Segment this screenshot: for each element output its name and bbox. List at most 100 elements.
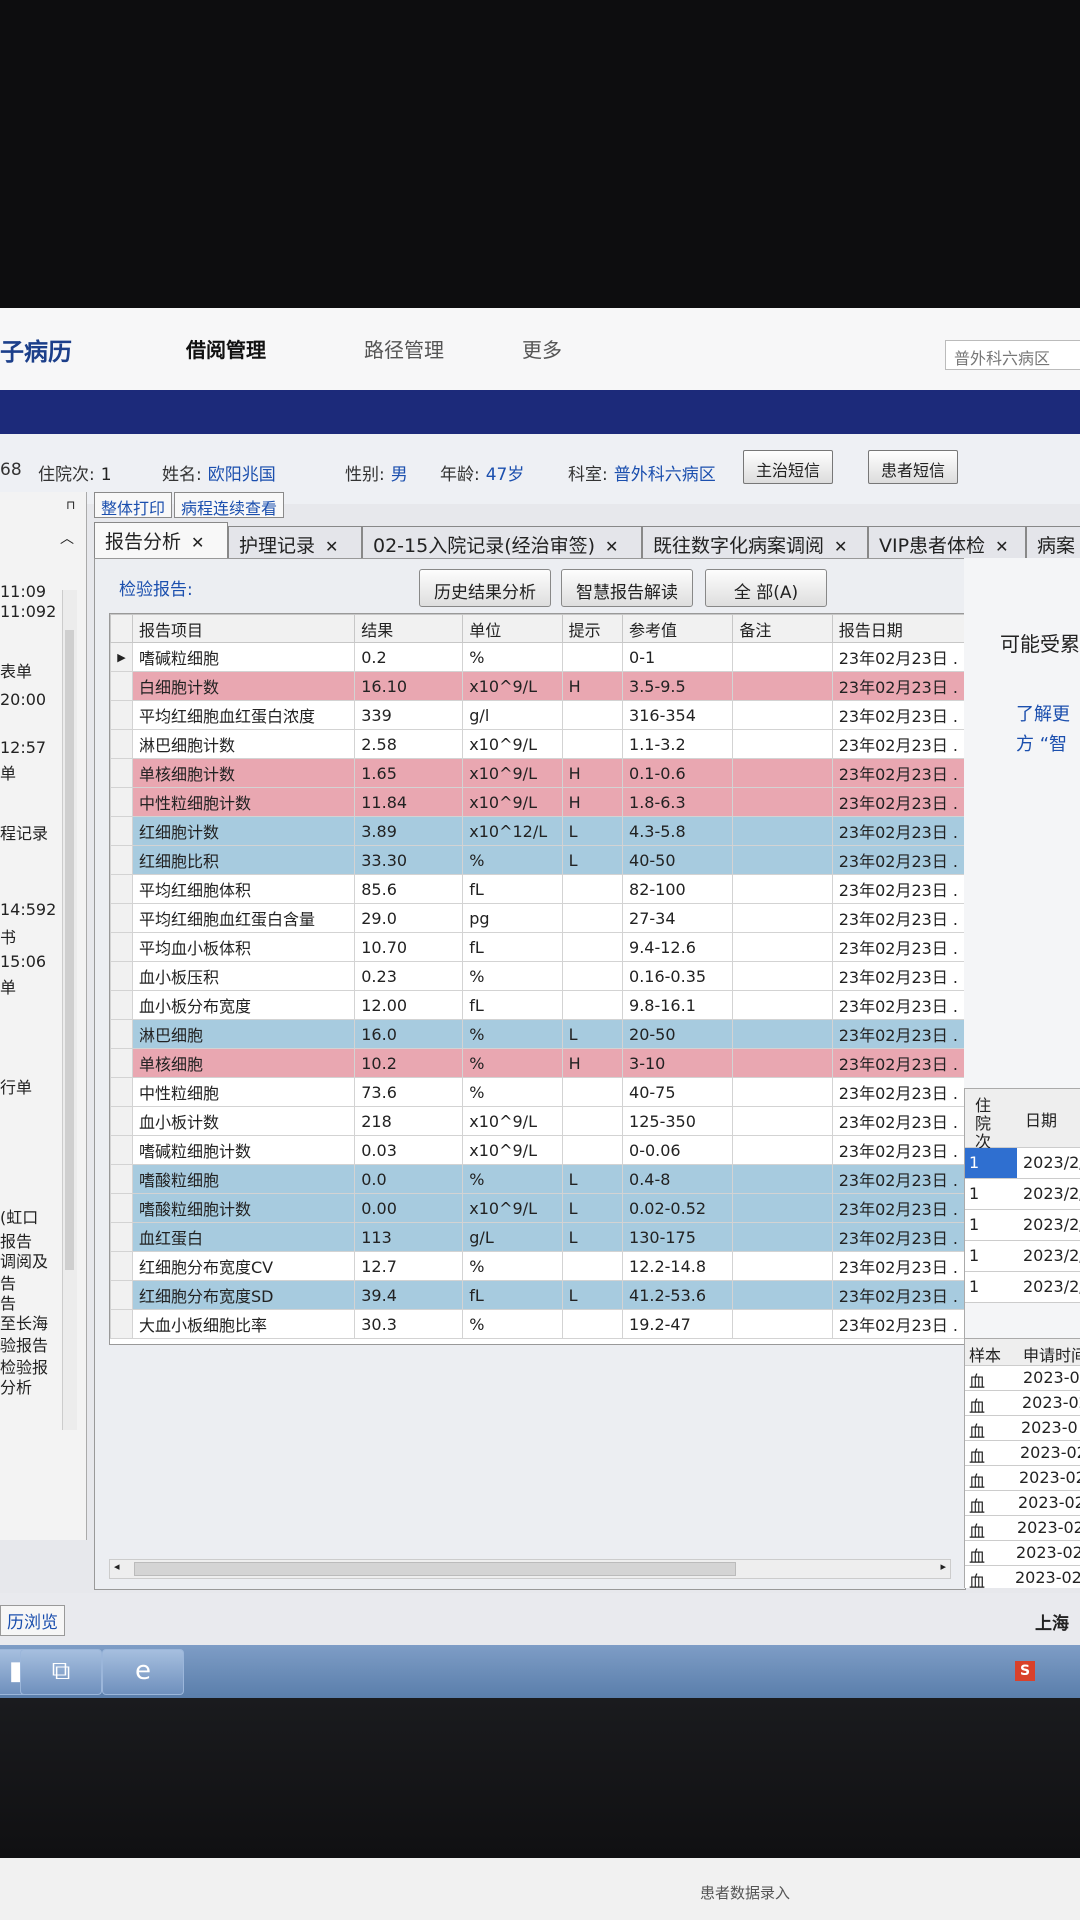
scroll-left-icon[interactable]: ◂ <box>114 1560 120 1573</box>
table-row[interactable]: 血小板分布宽度 12.00 fL 9.8-16.1 23年02月23日 . <box>110 990 965 1020</box>
scroll-right-icon[interactable]: ▸ <box>940 1560 946 1573</box>
all-filter-button[interactable]: 全 部(A) <box>705 569 827 607</box>
table-row[interactable]: 平均红细胞体积 85.6 fL 82-100 23年02月23日 . <box>110 874 965 904</box>
table-row[interactable]: 嗜碱粒细胞计数 0.03 x10^9/L 0-0.06 23年02月23日 . <box>110 1135 965 1165</box>
left-record-item[interactable]: 单 <box>0 760 16 784</box>
table-row[interactable]: 血小板计数 218 x10^9/L 125-350 23年02月23日 . <box>110 1106 965 1136</box>
close-icon[interactable]: ✕ <box>834 537 847 556</box>
sample-row[interactable]: 血 2023-02- <box>965 1566 1080 1588</box>
close-icon[interactable]: ✕ <box>325 537 338 556</box>
table-row[interactable]: 中性粒细胞 73.6% 40-75 23年02月23日 . <box>110 1077 965 1107</box>
visit-row[interactable]: 1 2023/2/ <box>965 1241 1080 1272</box>
visit-row[interactable]: 1 2023/2/ <box>965 1148 1080 1179</box>
panel-pin-icon[interactable]: ⊓ <box>66 498 75 512</box>
close-icon[interactable]: ✕ <box>605 537 618 556</box>
department-select[interactable]: 普外科六病区 <box>945 340 1080 370</box>
table-row[interactable]: ▶ 嗜碱粒细胞 0.2% 0-1 23年02月23日 . <box>110 642 965 672</box>
table-row[interactable]: 血小板压积 0.23% 0.16-0.35 23年02月23日 . <box>110 961 965 991</box>
tab-medical-record[interactable]: 病案 <box>1026 526 1080 558</box>
left-record-item[interactable]: 11:092 <box>0 602 56 621</box>
nav-borrow-management[interactable]: 借阅管理 <box>186 334 266 363</box>
sample-row[interactable]: 血 2023-02 <box>965 1366 1080 1391</box>
tab-past-records[interactable]: 既往数字化病案调阅 ✕ <box>642 526 868 558</box>
tab-admission-record[interactable]: 02-15入院记录(经治审签) ✕ <box>362 526 642 558</box>
column-header[interactable]: 报告日期 <box>831 614 965 643</box>
doctor-sms-button[interactable]: 主治短信 <box>743 450 834 484</box>
sample-row[interactable]: 血 2023-02 <box>965 1466 1080 1491</box>
visit-row[interactable]: 1 2023/2/ <box>965 1179 1080 1210</box>
history-browse-tab[interactable]: 历浏览 <box>0 1605 65 1636</box>
hscroll-thumb[interactable] <box>134 1562 736 1576</box>
table-hscrollbar[interactable]: ◂ ▸ <box>109 1559 951 1579</box>
nav-more[interactable]: 更多 <box>522 334 562 363</box>
column-header[interactable]: 单位 <box>462 614 563 643</box>
left-record-item[interactable]: 至长海 <box>0 1310 48 1334</box>
left-record-item[interactable]: 表单 <box>0 658 32 682</box>
table-row[interactable]: 淋巴细胞 16.0% L 20-50 23年02月23日 . <box>110 1019 965 1049</box>
table-row[interactable]: 白细胞计数 16.10 x10^9/L H 3.5-9.5 23年02月23日 . <box>110 671 965 701</box>
table-row[interactable]: 红细胞分布宽度CV 12.7% 12.2-14.8 23年02月23日 . <box>110 1251 965 1281</box>
sample-row[interactable]: 血 2023-02 <box>965 1491 1080 1516</box>
print-all-button[interactable]: 整体打印 <box>94 492 173 518</box>
sample-row[interactable]: 血 2023-0 <box>965 1416 1080 1441</box>
collapse-up-icon[interactable]: ︿ <box>60 528 74 548</box>
table-row[interactable]: 淋巴细胞计数 2.58 x10^9/L 1.1-3.2 23年02月23日 . <box>110 729 965 759</box>
table-row[interactable]: 红细胞计数 3.89 x10^12/L L 4.3-5.8 23年02月23日 . <box>110 816 965 846</box>
table-row[interactable]: 平均血小板体积 10.70 fL 9.4-12.6 23年02月23日 . <box>110 932 965 962</box>
tab-vip-checkup[interactable]: VIP患者体检 ✕ <box>868 526 1026 558</box>
left-record-item[interactable]: 验报告 <box>0 1332 48 1356</box>
tab-report-analysis[interactable]: 报告分析 ✕ <box>94 522 228 559</box>
left-scrollbar[interactable] <box>62 590 77 1430</box>
nav-pathway-management[interactable]: 路径管理 <box>364 334 444 363</box>
left-record-item[interactable]: 程记录 <box>0 820 48 844</box>
left-record-item[interactable]: 行单 <box>0 1074 32 1098</box>
column-header[interactable]: 报告项目 <box>131 614 356 643</box>
column-header[interactable]: 参考值 <box>622 614 734 643</box>
table-row[interactable]: 嗜酸粒细胞 0.0% L 0.4-8 23年02月23日 . <box>110 1164 965 1194</box>
smart-link[interactable]: 方 “智 <box>1016 730 1067 756</box>
table-row[interactable]: 大血小板细胞比率 30.3% 19.2-47 23年02月23日 . <box>110 1309 965 1339</box>
column-header[interactable]: 结果 <box>354 614 464 643</box>
close-icon[interactable]: ✕ <box>191 533 204 552</box>
left-record-item[interactable]: 11:09 <box>0 582 46 601</box>
table-row[interactable]: 嗜酸粒细胞计数 0.00 x10^9/L L 0.02-0.52 23年02月23日 . <box>110 1193 965 1223</box>
visit-row[interactable]: 1 2023/2/ <box>965 1272 1080 1303</box>
column-header[interactable]: 备注 <box>732 614 833 643</box>
sample-row[interactable]: 血 2023-02 <box>965 1516 1080 1541</box>
cell-flag <box>561 990 624 1020</box>
table-row[interactable]: 平均红细胞血红蛋白浓度 339 g/l 316-354 23年02月23日 . <box>110 700 965 730</box>
close-icon[interactable]: ✕ <box>995 537 1008 556</box>
left-record-item[interactable]: 15:06 <box>0 952 46 971</box>
table-row[interactable]: 红细胞分布宽度SD 39.4 fL L 41.2-53.6 23年02月23日 . <box>110 1280 965 1310</box>
taskbar-ie-icon[interactable]: e <box>102 1649 184 1695</box>
left-record-item[interactable]: 14:592 <box>0 900 56 919</box>
sample-row[interactable]: 血 2023-02 <box>965 1441 1080 1466</box>
visit-row[interactable]: 1 2023/2/ <box>965 1210 1080 1241</box>
history-analysis-button[interactable]: 历史结果分析 <box>419 569 551 607</box>
table-row[interactable]: 血红蛋白 113 g/L L 130-175 23年02月23日 . <box>110 1222 965 1252</box>
patient-sms-button[interactable]: 患者短信 <box>868 450 959 484</box>
left-record-item[interactable]: 20:00 <box>0 690 46 709</box>
left-record-item[interactable]: (虹口 <box>0 1204 38 1228</box>
tab-nursing-record[interactable]: 护理记录 ✕ <box>228 526 362 558</box>
cell-unit: % <box>462 1164 563 1194</box>
left-record-item[interactable]: 书 <box>0 924 16 948</box>
sample-row[interactable]: 血 2023-02 <box>965 1391 1080 1416</box>
continuous-view-button[interactable]: 病程连续查看 <box>174 492 285 518</box>
column-header[interactable]: 提示 <box>561 614 624 643</box>
left-record-item[interactable]: 单 <box>0 974 16 998</box>
table-row[interactable]: 单核细胞 10.2% H 3-10 23年02月23日 . <box>110 1048 965 1078</box>
table-row[interactable]: 中性粒细胞计数 11.84 x10^9/L H 1.8-6.3 23年02月23日 . <box>110 787 965 817</box>
learn-more-link[interactable]: 了解更 <box>1016 700 1070 726</box>
left-record-item[interactable]: 分析 <box>0 1374 32 1398</box>
left-record-item[interactable]: 12:57 <box>0 738 46 757</box>
smart-report-button[interactable]: 智慧报告解读 <box>561 569 693 607</box>
sample-row[interactable]: 血 2023-02- <box>965 1541 1080 1566</box>
table-row[interactable]: 平均红细胞血红蛋白含量 29.0 pg 27-34 23年02月23日 . <box>110 903 965 933</box>
table-row[interactable]: 红细胞比积 33.30% L 40-50 23年02月23日 . <box>110 845 965 875</box>
left-scroll-thumb[interactable] <box>65 630 74 1270</box>
table-row[interactable]: 单核细胞计数 1.65 x10^9/L H 0.1-0.6 23年02月23日 . <box>110 758 965 788</box>
tray-ime-icon[interactable]: S <box>1015 1661 1035 1681</box>
taskbar-app-link-icon[interactable]: ⧉ <box>20 1649 102 1695</box>
left-record-item[interactable]: 调阅及 <box>0 1248 48 1272</box>
